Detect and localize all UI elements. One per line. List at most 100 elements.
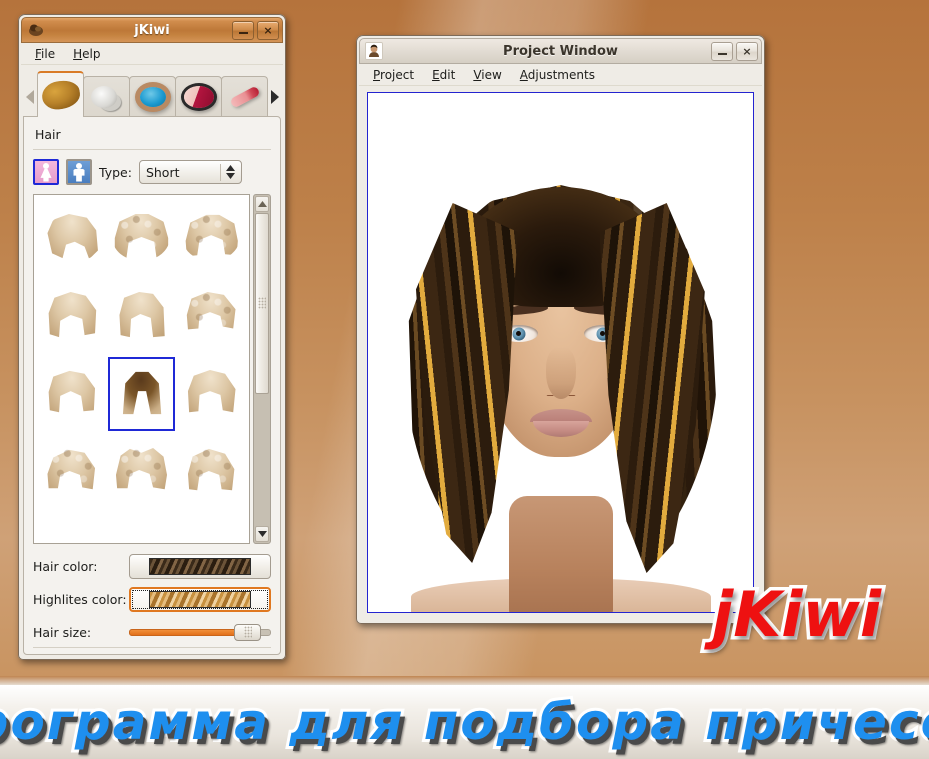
jkiwi-logo: jKiwi: [708, 575, 884, 655]
hair-color-label: Hair color:: [33, 558, 98, 574]
highlites-color-label: Highlites color:: [33, 591, 127, 607]
jkiwi-close-button[interactable]: ×: [257, 20, 279, 40]
tab-foundation[interactable]: [83, 76, 130, 117]
menu-adjustments-mnemonic: A: [519, 67, 528, 82]
neck: [508, 496, 613, 612]
menu-help[interactable]: Help: [65, 44, 108, 64]
blush-compact-icon: [180, 83, 218, 111]
highlites-color-button[interactable]: [129, 586, 271, 612]
tab-scroll-right-button[interactable]: [267, 77, 281, 117]
male-figure-icon: [73, 162, 85, 182]
tab-hair[interactable]: [37, 71, 84, 117]
hairstyle-cell-selected[interactable]: [107, 357, 176, 431]
panel-title: Hair: [35, 127, 61, 142]
hairstyle-cell[interactable]: [108, 279, 176, 353]
scrollbar-track[interactable]: [255, 213, 269, 525]
menu-adjustments-rest: djustments: [527, 67, 595, 82]
spinner-down-icon: [225, 173, 235, 179]
blue-eyeshadow-icon: [134, 83, 172, 111]
project-window-buttons: ×: [711, 41, 758, 61]
menu-file[interactable]: File: [27, 44, 63, 64]
slider-handle[interactable]: [234, 623, 262, 641]
menu-edit-mnemonic: E: [432, 67, 440, 82]
hairstyle-thumbnail: [42, 443, 101, 501]
hairstyle-cell[interactable]: [38, 201, 106, 275]
close-icon: ×: [263, 23, 273, 37]
scrollbar-down-button[interactable]: [255, 526, 269, 542]
menu-adjustments[interactable]: Adjustments: [512, 65, 603, 85]
hairstyle-cell[interactable]: [177, 201, 245, 275]
project-titlebar[interactable]: Project Window ×: [359, 38, 762, 64]
hairstyle-thumbnail: [43, 287, 101, 345]
scrollbar-thumb[interactable]: [255, 213, 269, 394]
tab-blush[interactable]: [175, 76, 222, 117]
hairstyle-thumbnail: [112, 287, 170, 345]
hair-type-combo[interactable]: Short: [138, 160, 242, 184]
jkiwi-window-frame: jKiwi × File Help Hair Type: Short Hair …: [18, 14, 286, 660]
menu-project[interactable]: Project: [365, 65, 422, 85]
hairstyle-cell[interactable]: [177, 279, 245, 353]
combo-separator: [219, 163, 221, 181]
gender-and-type-row: Type: Short: [33, 159, 271, 185]
nostrils: [543, 391, 578, 400]
project-title-text: Project Window: [503, 43, 618, 59]
hair-type-spinner[interactable]: [225, 165, 239, 179]
tab-lipstick[interactable]: [221, 76, 268, 117]
cream-jar-icon: [88, 83, 126, 111]
minimize-icon: [717, 53, 727, 55]
menu-view[interactable]: View: [465, 65, 509, 85]
hairstyle-cell[interactable]: [177, 357, 245, 431]
project-minimize-button[interactable]: [711, 41, 733, 61]
hairstyle-thumbnail: [112, 365, 170, 423]
right-arrow-icon: [270, 90, 279, 104]
hairstyle-grid-wrapper: [33, 194, 271, 544]
slider-grip-icon: [243, 626, 252, 638]
lips: [529, 409, 592, 437]
hairstyle-cell[interactable]: [38, 435, 106, 509]
hairstyle-thumbnail: [182, 365, 240, 423]
hair-size-row: Hair size:: [33, 619, 271, 645]
project-window[interactable]: Project Window × Project Edit View Adjus…: [356, 35, 765, 624]
scrollbar-up-button[interactable]: [255, 196, 269, 212]
jkiwi-menubar: File Help: [21, 43, 283, 65]
portrait-render: [396, 151, 726, 612]
project-close-button[interactable]: ×: [736, 41, 758, 61]
tab-eyeshadow[interactable]: [129, 76, 176, 117]
hairstyle-cell[interactable]: [108, 201, 176, 275]
hairstyle-grid-inner: [38, 201, 245, 509]
menu-edit[interactable]: Edit: [424, 65, 463, 85]
project-menubar: Project Edit View Adjustments: [359, 64, 762, 86]
hairstyle-grid-scrollbar[interactable]: [253, 194, 271, 544]
hair-size-slider[interactable]: [129, 620, 271, 644]
menu-help-mnemonic: H: [73, 46, 83, 61]
project-canvas[interactable]: [367, 92, 754, 613]
hairstyle-grid[interactable]: [33, 194, 250, 544]
menu-project-rest: roject: [380, 67, 415, 82]
hairstyle-thumbnail: [43, 209, 101, 267]
scrollbar-grip-icon: [258, 297, 266, 310]
hairstyle-cell[interactable]: [108, 435, 176, 509]
hairstyle-cell[interactable]: [38, 357, 106, 431]
menu-file-rest: ile: [41, 46, 56, 61]
jkiwi-titlebar[interactable]: jKiwi ×: [21, 17, 283, 43]
hairstyle-cell[interactable]: [177, 435, 245, 509]
hair-color-button[interactable]: [129, 553, 271, 579]
type-label: Type:: [99, 164, 132, 180]
scroll-up-icon: [257, 201, 267, 207]
hairstyle-thumbnail: [182, 287, 241, 345]
hairstyle-thumbnail: [112, 209, 171, 267]
project-portrait-icon: [365, 42, 383, 60]
controls-bottom-divider: [33, 647, 271, 648]
tab-scroll-left-button[interactable]: [23, 77, 37, 117]
jkiwi-window[interactable]: jKiwi × File Help Hair Type: Short Hair …: [18, 14, 286, 660]
gender-male-button[interactable]: [66, 159, 92, 185]
gender-female-button[interactable]: [33, 159, 59, 185]
hairstyle-cell[interactable]: [38, 279, 106, 353]
jkiwi-minimize-button[interactable]: [232, 20, 254, 40]
tab-strip: [21, 69, 283, 117]
slider-fill: [129, 628, 237, 636]
promo-banner-text: программа для подбора причесок: [0, 690, 929, 754]
minimize-icon: [238, 32, 248, 34]
hair-front-right-layer: [599, 203, 705, 573]
hair-color-row: Hair color:: [33, 553, 271, 579]
